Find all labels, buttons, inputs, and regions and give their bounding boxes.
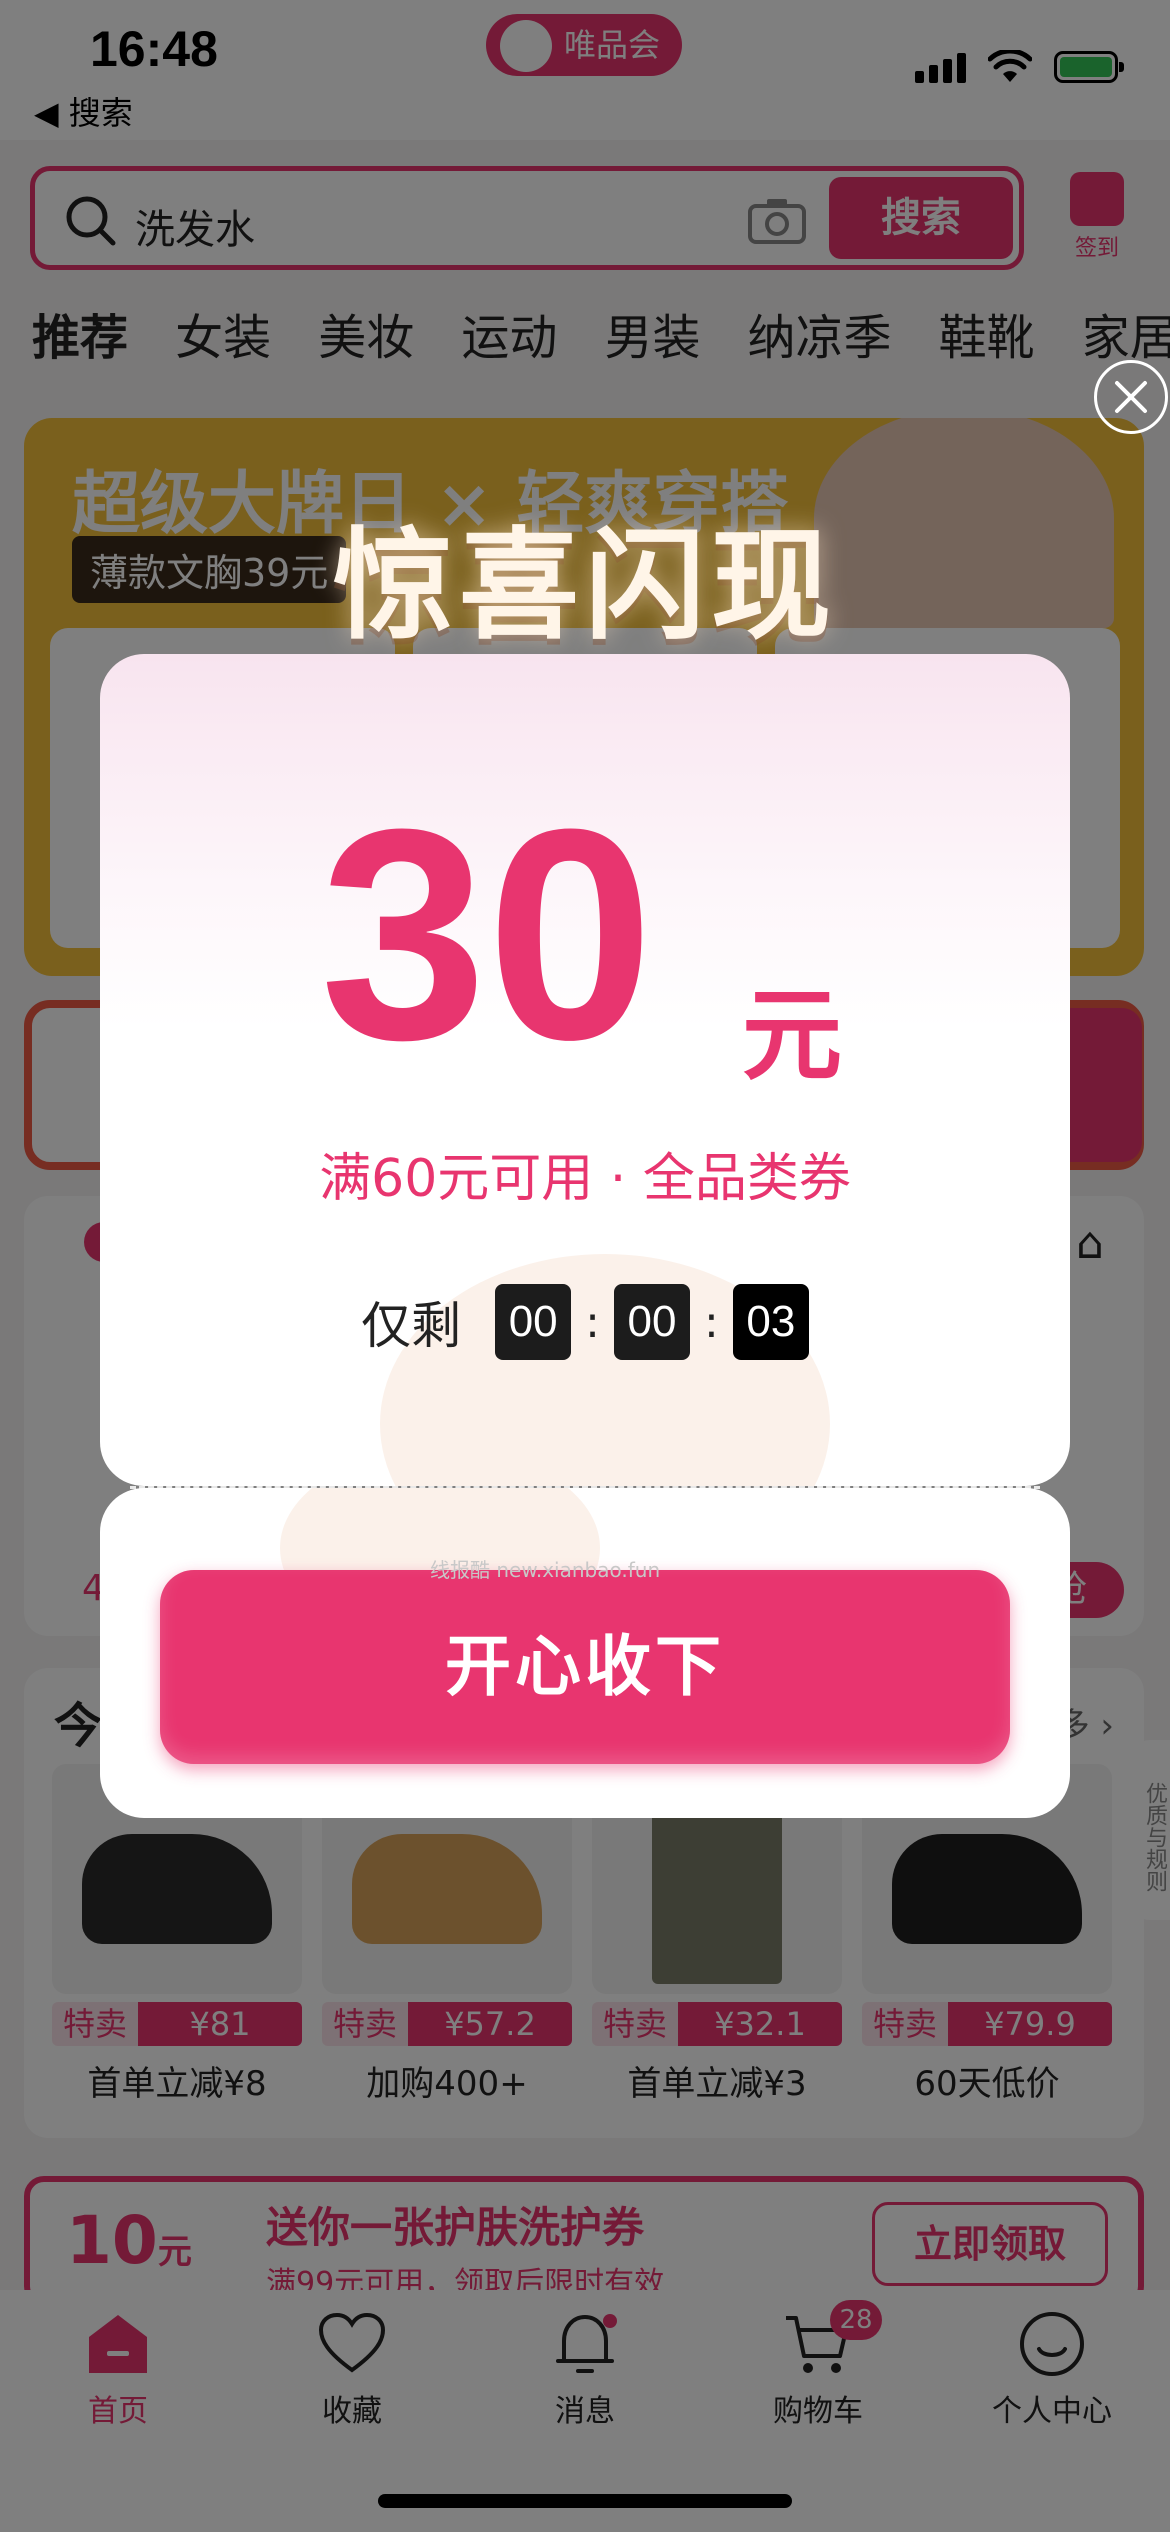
countdown-timer: 仅剩 00 : 00 : 03 (100, 1284, 1070, 1360)
coupon-card: 30 元 满60元可用 · 全品类券 仅剩 00 : 00 : 03 (100, 654, 1070, 1486)
countdown-separator: : (704, 1296, 719, 1348)
coupon-card-footer: 开心收下 线报酷 new.xianbao.fun (100, 1488, 1070, 1818)
close-icon (1115, 381, 1147, 413)
countdown-separator: : (585, 1296, 600, 1348)
modal-title: 惊喜闪现 (333, 517, 837, 656)
countdown-hours: 00 (495, 1284, 572, 1360)
coupon-condition: 满60元可用 · 全品类券 (319, 1149, 851, 1209)
close-button[interactable] (1094, 360, 1168, 434)
coupon-value-unit: 元 (742, 977, 842, 1094)
accept-coupon-button[interactable]: 开心收下 (160, 1570, 1010, 1764)
coupon-value: 30 (320, 766, 654, 1102)
watermark: 线报酷 new.xianbao.fun (430, 1558, 661, 1582)
countdown-minutes: 00 (614, 1284, 690, 1360)
countdown-seconds: 03 (732, 1284, 809, 1360)
countdown-label: 仅剩 (361, 1297, 462, 1355)
